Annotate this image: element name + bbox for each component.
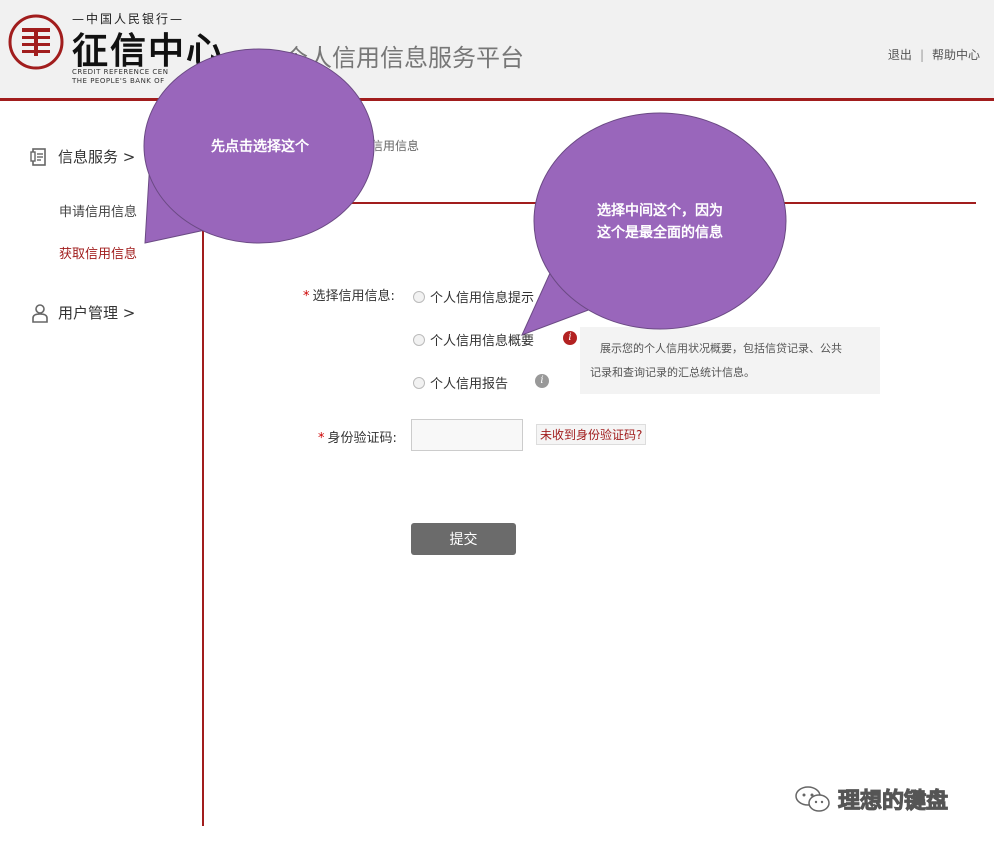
watermark: 理想的键盘 — [794, 783, 949, 815]
watermark-text: 理想的键盘 — [837, 789, 949, 815]
bubble-2-line-1: 选择中间这个，因为 — [597, 203, 723, 219]
page-root: —中国人民银行— 征信中心 CREDIT REFERENCE CEN THE P… — [0, 0, 994, 843]
wechat-icon — [795, 786, 830, 812]
annotation-bubbles — [143, 48, 787, 336]
bubble-2-text: 选择中间这个，因为 这个是最全面的信息 — [560, 200, 760, 244]
bubble-2-line-2: 这个是最全面的信息 — [597, 225, 723, 241]
bubble-1-text: 先点击选择这个 — [211, 139, 309, 155]
